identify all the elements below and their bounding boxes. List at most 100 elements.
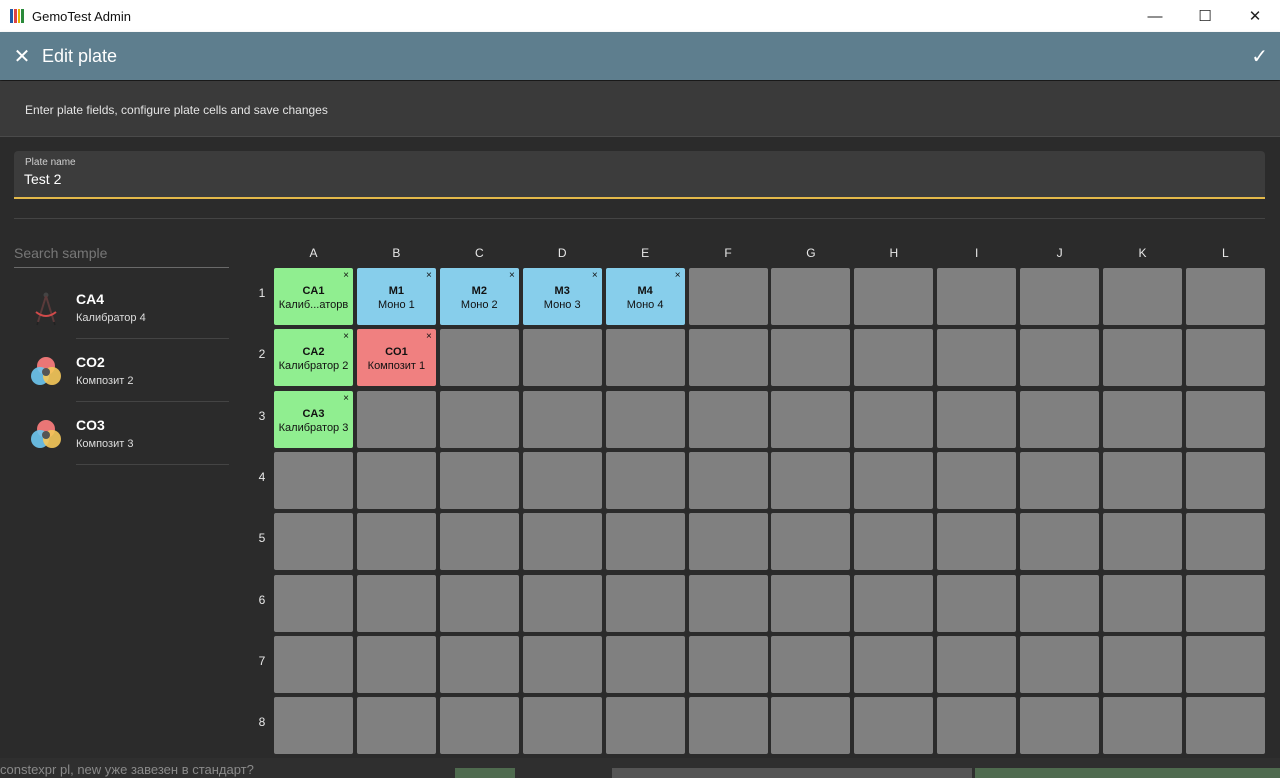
plate-cell[interactable] <box>274 574 353 632</box>
plate-cell[interactable] <box>522 329 602 387</box>
remove-sample-icon[interactable]: × <box>675 270 681 281</box>
plate-cell[interactable] <box>854 697 934 755</box>
plate-cell[interactable] <box>605 574 685 632</box>
plate-cell[interactable] <box>771 329 851 387</box>
plate-cell[interactable] <box>688 329 768 387</box>
plate-cell[interactable] <box>1103 390 1182 448</box>
plate-cell[interactable] <box>1020 574 1100 632</box>
plate-cell[interactable] <box>439 513 519 571</box>
save-check-icon[interactable]: ✓ <box>1251 44 1268 69</box>
plate-cell[interactable] <box>522 390 602 448</box>
plate-cell[interactable] <box>1103 329 1182 387</box>
plate-cell[interactable] <box>1185 268 1265 325</box>
plate-cell[interactable] <box>854 329 934 387</box>
plate-cell-filled[interactable]: CA3 Калибратор 3 × <box>274 390 353 448</box>
plate-cell[interactable] <box>1185 451 1265 509</box>
plate-cell[interactable] <box>605 635 685 693</box>
plate-cell[interactable] <box>937 635 1017 693</box>
plate-cell[interactable] <box>771 574 851 632</box>
plate-cell[interactable] <box>522 451 602 509</box>
plate-cell[interactable] <box>771 451 851 509</box>
plate-cell[interactable] <box>356 390 436 448</box>
plate-cell[interactable] <box>522 513 602 571</box>
plate-cell[interactable] <box>937 451 1017 509</box>
plate-cell[interactable] <box>522 635 602 693</box>
close-window-button[interactable]: ✕ <box>1230 0 1280 32</box>
plate-name-input[interactable] <box>24 169 624 189</box>
sample-item-co3[interactable]: CO3 Композит 3 <box>14 402 229 465</box>
maximize-button[interactable]: ☐ <box>1180 0 1230 32</box>
plate-cell[interactable] <box>771 390 851 448</box>
plate-cell-filled[interactable]: M4 Моно 4 × <box>605 268 685 325</box>
plate-cell[interactable] <box>605 451 685 509</box>
plate-cell[interactable] <box>688 390 768 448</box>
plate-cell[interactable] <box>1103 697 1182 755</box>
plate-cell[interactable] <box>854 513 934 571</box>
plate-cell[interactable] <box>1185 574 1265 632</box>
plate-cell[interactable] <box>1185 329 1265 387</box>
plate-cell[interactable] <box>1185 635 1265 693</box>
plate-cell[interactable] <box>439 329 519 387</box>
plate-cell[interactable] <box>937 513 1017 571</box>
plate-cell[interactable] <box>1020 697 1100 755</box>
plate-cell[interactable] <box>771 268 851 325</box>
search-sample-field[interactable] <box>14 240 229 268</box>
plate-cell[interactable] <box>688 697 768 755</box>
plate-cell[interactable] <box>937 390 1017 448</box>
plate-cell[interactable] <box>1020 268 1100 325</box>
plate-cell[interactable] <box>937 268 1017 325</box>
plate-cell[interactable] <box>605 513 685 571</box>
plate-cell-filled[interactable]: M1 Моно 1 × <box>356 268 436 325</box>
plate-cell[interactable] <box>854 574 934 632</box>
plate-cell[interactable] <box>439 390 519 448</box>
plate-cell[interactable] <box>688 574 768 632</box>
plate-cell[interactable] <box>1185 390 1265 448</box>
plate-cell[interactable] <box>356 513 436 571</box>
plate-cell[interactable] <box>688 268 768 325</box>
plate-cell[interactable] <box>771 513 851 571</box>
plate-cell[interactable] <box>1020 635 1100 693</box>
remove-sample-icon[interactable]: × <box>343 331 349 342</box>
plate-cell[interactable] <box>1103 268 1182 325</box>
plate-cell[interactable] <box>439 635 519 693</box>
remove-sample-icon[interactable]: × <box>426 270 432 281</box>
plate-cell-filled[interactable]: CA1 Калиб...аторв × <box>274 268 353 325</box>
remove-sample-icon[interactable]: × <box>343 270 349 281</box>
plate-cell[interactable] <box>605 697 685 755</box>
plate-cell[interactable] <box>854 390 934 448</box>
plate-cell[interactable] <box>1020 451 1100 509</box>
plate-cell[interactable] <box>771 697 851 755</box>
plate-cell[interactable] <box>1103 635 1182 693</box>
plate-cell[interactable] <box>522 574 602 632</box>
plate-cell[interactable] <box>1020 390 1100 448</box>
plate-cell[interactable] <box>439 451 519 509</box>
plate-cell-filled[interactable]: CO1 Композит 1 × <box>356 329 436 387</box>
remove-sample-icon[interactable]: × <box>592 270 598 281</box>
plate-cell-filled[interactable]: M3 Моно 3 × <box>522 268 602 325</box>
plate-cell[interactable] <box>356 697 436 755</box>
plate-cell[interactable] <box>356 451 436 509</box>
plate-cell[interactable] <box>854 635 934 693</box>
plate-cell[interactable] <box>274 513 353 571</box>
plate-cell[interactable] <box>522 697 602 755</box>
plate-cell[interactable] <box>1103 574 1182 632</box>
plate-cell-filled[interactable]: M2 Моно 2 × <box>439 268 519 325</box>
remove-sample-icon[interactable]: × <box>426 331 432 342</box>
plate-cell[interactable] <box>274 451 353 509</box>
plate-cell[interactable] <box>1103 513 1182 571</box>
plate-cell[interactable] <box>937 697 1017 755</box>
plate-cell[interactable] <box>1185 513 1265 571</box>
plate-name-field[interactable]: Plate name <box>14 151 1265 199</box>
plate-cell[interactable] <box>1020 513 1100 571</box>
minimize-button[interactable]: — <box>1130 0 1180 32</box>
plate-cell[interactable] <box>1020 329 1100 387</box>
plate-cell[interactable] <box>937 574 1017 632</box>
plate-cell-filled[interactable]: CA2 Калибратор 2 × <box>274 329 353 387</box>
remove-sample-icon[interactable]: × <box>343 393 349 404</box>
plate-cell[interactable] <box>854 451 934 509</box>
remove-sample-icon[interactable]: × <box>509 270 515 281</box>
plate-cell[interactable] <box>688 451 768 509</box>
plate-cell[interactable] <box>688 635 768 693</box>
plate-cell[interactable] <box>1185 697 1265 755</box>
plate-cell[interactable] <box>771 635 851 693</box>
